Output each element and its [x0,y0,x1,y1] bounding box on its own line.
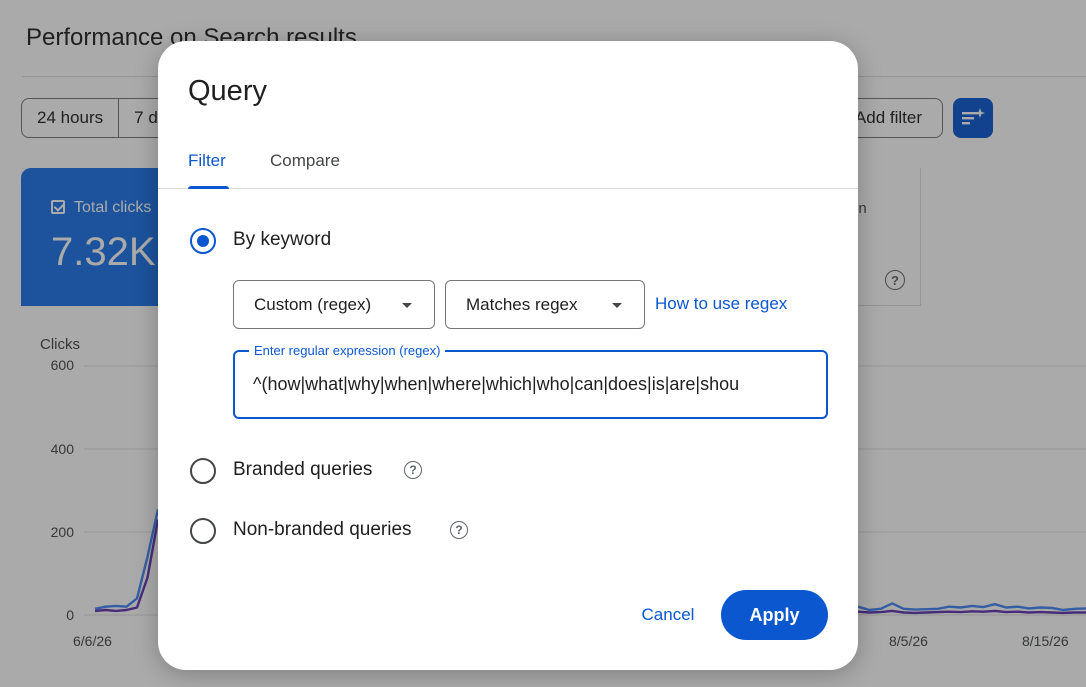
regex-field-label: Enter regular expression (regex) [249,343,446,358]
dialog-tabs: Filter Compare [158,141,858,189]
radio-branded-queries[interactable] [190,458,216,484]
active-tab-indicator [188,186,229,189]
tab-compare[interactable]: Compare [270,151,340,171]
branded-queries-label[interactable]: Branded queries [233,459,372,481]
chevron-down-icon [402,303,412,308]
regex-help-link[interactable]: How to use regex [655,294,787,314]
help-icon[interactable]: ? [404,461,422,479]
help-icon[interactable]: ? [450,521,468,539]
match-type-value: Matches regex [466,294,578,314]
radio-by-keyword[interactable] [190,228,216,254]
dialog-title: Query [188,75,267,107]
query-dialog: Query Filter Compare By keyword Custom (… [158,41,858,670]
chevron-down-icon [612,303,622,308]
non-branded-queries-label[interactable]: Non-branded queries [233,519,412,541]
regex-input[interactable]: ^(how|what|why|when|where|which|who|can|… [253,374,811,395]
tab-filter[interactable]: Filter [188,151,226,171]
radio-non-branded-queries[interactable] [190,518,216,544]
query-type-select[interactable]: Custom (regex) [233,280,435,329]
match-type-select[interactable]: Matches regex [445,280,645,329]
query-type-value: Custom (regex) [254,294,372,314]
apply-button[interactable]: Apply [721,590,828,640]
regex-input-field[interactable]: Enter regular expression (regex) ^(how|w… [233,343,828,419]
cancel-button[interactable]: Cancel [628,590,708,640]
by-keyword-label[interactable]: By keyword [233,229,331,251]
